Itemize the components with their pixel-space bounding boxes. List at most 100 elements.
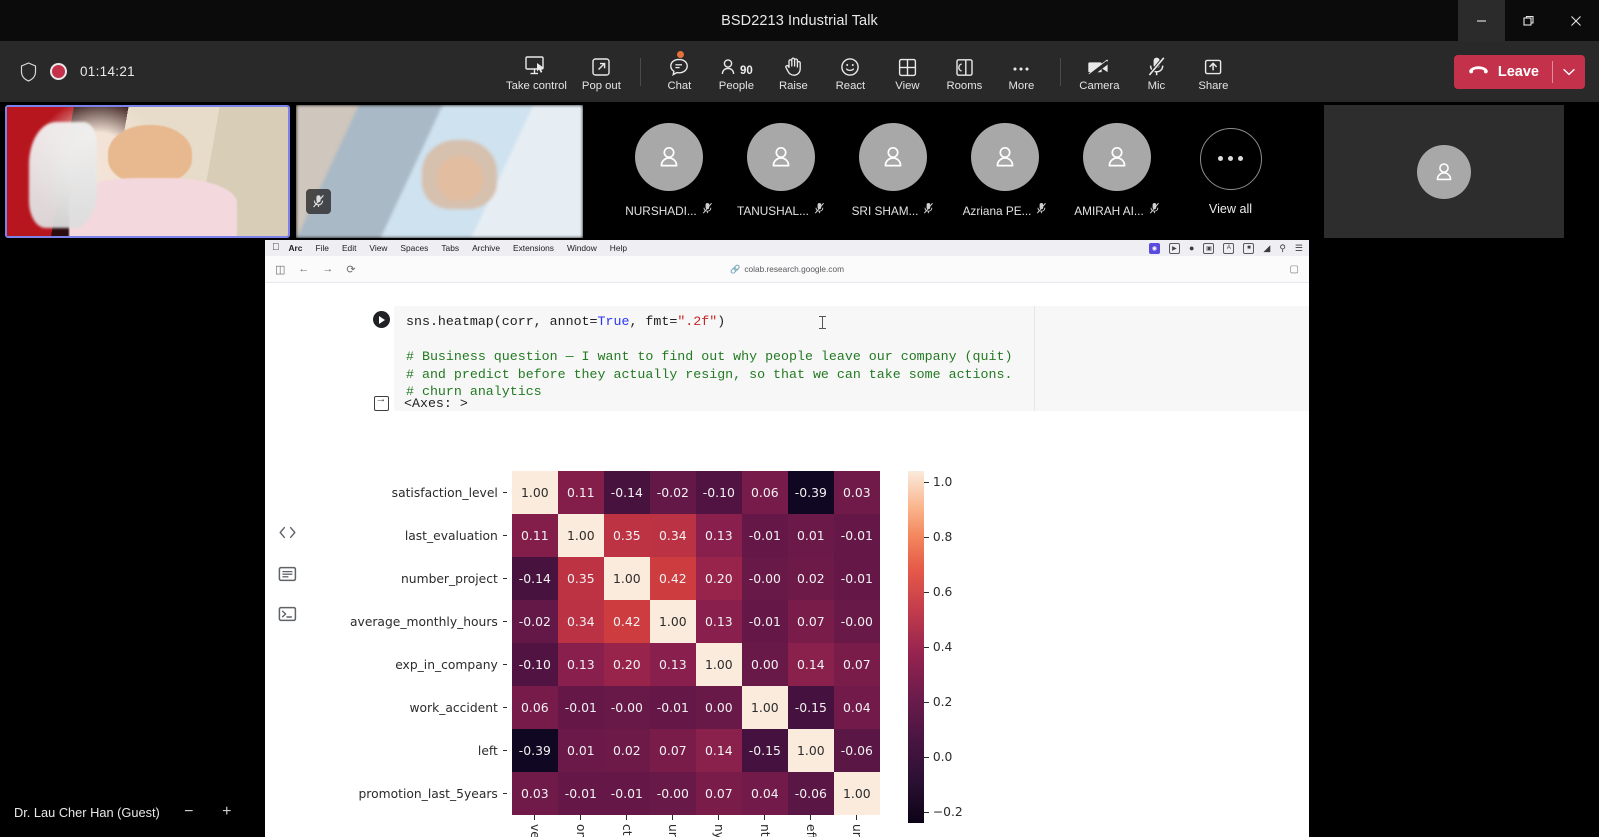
pop-out-icon (591, 52, 611, 77)
heatmap-cell: -0.10 (511, 643, 558, 686)
x-tick-label: urs (849, 824, 864, 837)
mic-off-icon (702, 202, 713, 220)
menu-item-arc[interactable]: Arc (289, 243, 303, 253)
y-tick-label: satisfaction_level (350, 471, 512, 514)
more-button[interactable]: More (993, 50, 1050, 93)
back-arrow-icon[interactable]: ← (298, 263, 309, 275)
heatmap-y-axis-labels: satisfaction_level last_evaluation numbe… (350, 471, 512, 815)
window-controls (1458, 0, 1599, 41)
share-button[interactable]: Share (1185, 50, 1242, 93)
menu-item-help[interactable]: Help (610, 243, 627, 253)
y-tick-label: number_project (350, 557, 512, 600)
heatmap-cell: 0.14 (695, 729, 742, 772)
chat-button[interactable]: Chat (651, 50, 708, 93)
heatmap-cell: -0.00 (649, 772, 696, 815)
minimize-button[interactable] (1458, 0, 1505, 41)
participant-tile[interactable]: Azriana PE... (949, 105, 1061, 238)
address-bar[interactable]: 🔗 colab.research.google.com (667, 264, 907, 275)
wifi-icon[interactable]: ◢ (1263, 243, 1270, 254)
apple-logo-icon[interactable]:  (272, 243, 280, 253)
view-all-button[interactable]: View all (1178, 105, 1283, 238)
menu-item-extensions[interactable]: Extensions (513, 243, 554, 253)
restore-button[interactable] (1505, 0, 1552, 41)
pop-out-button[interactable]: Pop out (573, 50, 630, 93)
menu-item-archive[interactable]: Archive (472, 243, 500, 253)
heatmap-cell: -0.01 (741, 600, 788, 643)
video-tile-active-speaker[interactable] (5, 105, 290, 238)
avatar (635, 123, 703, 191)
chat-unread-badge (676, 51, 684, 58)
heatmap-cell: -0.39 (787, 471, 834, 514)
close-button[interactable] (1552, 0, 1599, 41)
reload-icon[interactable]: ⟳ (346, 263, 355, 276)
code-editor[interactable]: sns.heatmap(corr, annot=True, fmt=".2f")… (394, 306, 1309, 411)
heatmap-cell: 0.00 (741, 643, 788, 686)
heatmap-cell: 0.06 (511, 686, 558, 729)
participant-tile[interactable]: AMIRAH AI... (1061, 105, 1173, 238)
people-button[interactable]: 90 People (708, 50, 765, 93)
raise-hand-button[interactable]: Raise (765, 50, 822, 93)
participant-name: TANUSHAL... (737, 204, 809, 218)
menu-item-spaces[interactable]: Spaces (400, 243, 428, 253)
view-label: View (895, 80, 920, 92)
react-button[interactable]: React (822, 50, 879, 93)
participant-tile[interactable]: TANUSHAL... (725, 105, 837, 238)
participant-placeholder-tile[interactable] (1324, 105, 1564, 238)
react-label: React (835, 80, 866, 92)
spotlight-search-icon[interactable]: ⚲ (1279, 243, 1286, 254)
heatmap-cell: 1.00 (741, 686, 788, 729)
battery-icon[interactable]: ■ (1243, 242, 1255, 254)
meeting-command-bar: 01:14:21 Take control Pop out Chat 90 Pe… (0, 41, 1599, 102)
shared-screen[interactable]:  Arc File Edit View Spaces Tabs Archive… (265, 240, 1309, 837)
zoom-in-button[interactable]: + (218, 803, 236, 821)
participant-tile[interactable]: SRI SHAM... (837, 105, 949, 238)
bell-icon[interactable]: ● (1189, 243, 1194, 253)
participant-name: SRI SHAM... (851, 204, 919, 218)
take-control-button[interactable]: Take control (500, 50, 573, 93)
colorbar-tick: −0.2 (923, 805, 963, 819)
raise-label: Raise (778, 80, 808, 92)
menu-item-tabs[interactable]: Tabs (441, 243, 459, 253)
menu-item-view[interactable]: View (369, 243, 387, 253)
heatmap-cell: -0.15 (787, 686, 834, 729)
avatar (971, 123, 1039, 191)
notes-icon[interactable] (277, 563, 298, 584)
mic-button[interactable]: Mic (1128, 50, 1185, 93)
code-snippets-icon[interactable] (277, 522, 298, 543)
take-control-label: Take control (505, 80, 567, 92)
sidebar-toggle-icon[interactable]: ◫ (275, 263, 285, 276)
terminal-icon[interactable] (277, 603, 298, 624)
leave-button[interactable]: Leave (1454, 64, 1552, 80)
control-center-icon[interactable]: ☰ (1295, 243, 1303, 254)
code-cell[interactable]: sns.heatmap(corr, annot=True, fmt=".2f")… (368, 306, 1309, 411)
menu-item-window[interactable]: Window (567, 243, 597, 253)
heatmap-colorbar: 1.0 0.8 0.6 0.4 0.2 0.0 −0.2 (907, 471, 970, 823)
x-tick: urs (834, 815, 880, 837)
heatmap-grid: 1.00 0.11 -0.14 -0.02 -0.10 0.06 -0.39 0.03 0.11… (511, 471, 880, 815)
extension-icon[interactable]: ▢ (1290, 264, 1299, 275)
menu-item-file[interactable]: File (315, 243, 329, 253)
input-source-icon[interactable]: A (1223, 242, 1235, 254)
screen-share-icon[interactable]: ◉ (1148, 242, 1160, 254)
camera-button[interactable]: Camera (1071, 50, 1128, 93)
avatar (1083, 123, 1151, 191)
forward-arrow-icon[interactable]: → (322, 263, 333, 275)
rooms-button[interactable]: Rooms (936, 50, 993, 93)
menu-item-edit[interactable]: Edit (342, 243, 356, 253)
x-tick: on (558, 815, 604, 837)
correlation-heatmap-figure: satisfaction_level last_evaluation numbe… (350, 471, 970, 837)
leave-dropdown-button[interactable] (1553, 68, 1585, 76)
video-tile-participant[interactable] (296, 105, 583, 238)
zoom-out-button[interactable]: − (180, 803, 198, 821)
view-grid-icon (898, 52, 917, 77)
camera-icon[interactable]: ▶ (1168, 242, 1180, 254)
cell-gutter (1034, 306, 1309, 411)
view-button[interactable]: View (879, 50, 936, 93)
display-icon[interactable]: ▣ (1203, 242, 1215, 254)
participant-tile[interactable]: NURSHADI... (613, 105, 725, 238)
heatmap-cell: 0.35 (557, 557, 604, 600)
heatmap-cell: 0.04 (833, 686, 880, 729)
url-text: colab.research.google.com (744, 264, 844, 274)
heatmap-cell: 0.14 (787, 643, 834, 686)
heatmap-cell: 1.00 (833, 772, 880, 815)
